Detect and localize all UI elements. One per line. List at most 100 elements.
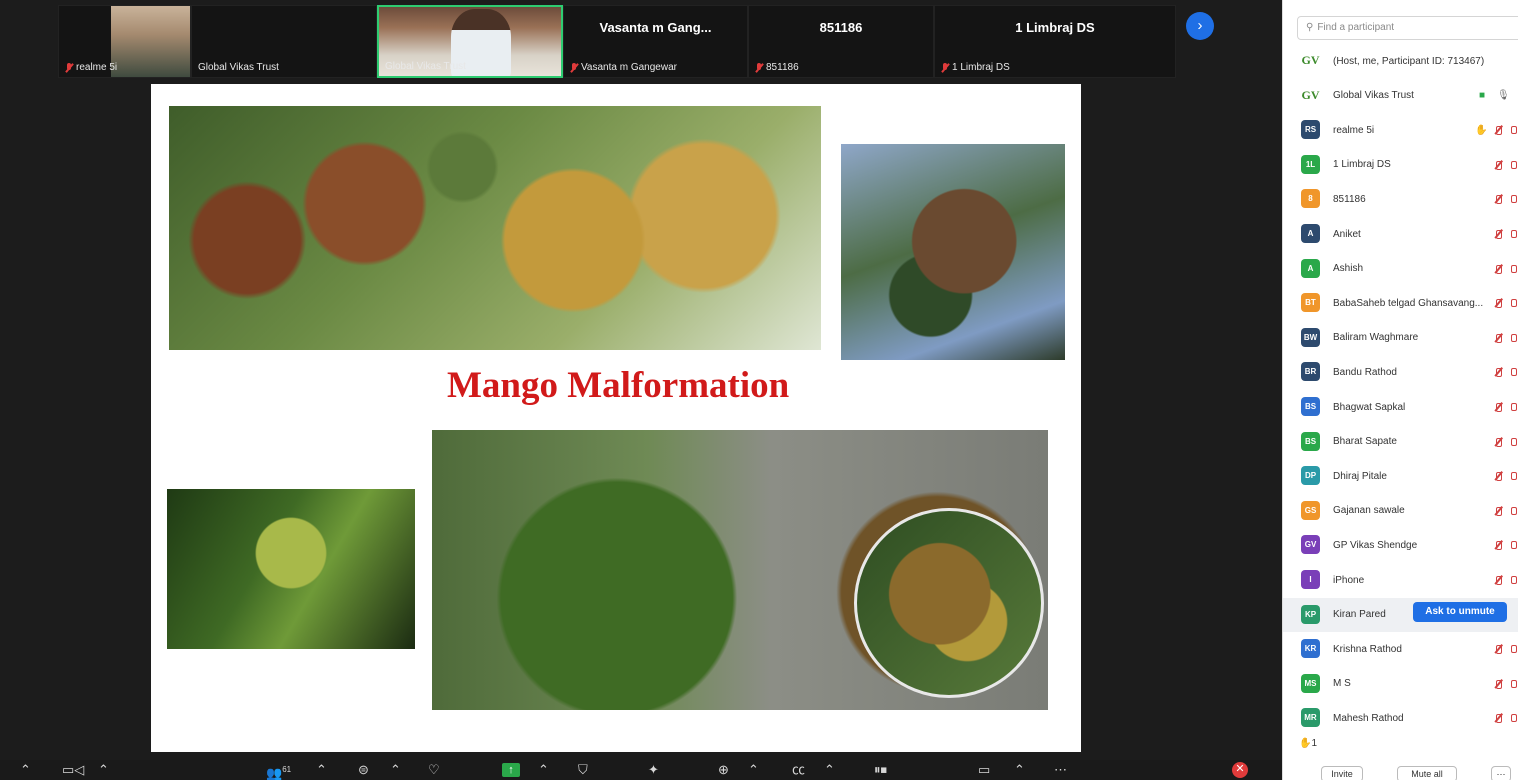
tile-name: realme 5i [65, 62, 117, 73]
org-logo-avatar: GV [1301, 51, 1320, 70]
video-off-icon[interactable] [1511, 506, 1517, 515]
view-display-icon[interactable]: ▭ [978, 763, 990, 777]
video-tile-851186[interactable]: 851186 851186 [748, 5, 934, 78]
participant-name: Bandu Rathod [1333, 366, 1397, 378]
video-off-icon[interactable] [1511, 126, 1517, 135]
chevron-up-icon[interactable]: ⌃ [98, 763, 109, 777]
more-options-button[interactable]: ⋯ [1491, 766, 1511, 780]
more-options-icon[interactable]: ⋯ [1054, 763, 1067, 777]
search-placeholder: Find a participant [1317, 22, 1395, 33]
chevron-up-icon[interactable]: ⌃ [316, 763, 327, 777]
participant-name: realme 5i [1333, 124, 1375, 136]
video-tile-global-vikas-1[interactable]: Global Vikas Trust [191, 5, 377, 78]
chevron-up-icon[interactable]: ⌃ [1014, 763, 1025, 777]
video-off-icon[interactable] [1511, 333, 1517, 342]
avatar: 8 [1301, 189, 1320, 209]
ai-sparkle-icon[interactable]: ✦ [648, 763, 659, 777]
participant-row[interactable]: A Ashish [1283, 252, 1518, 286]
avatar: KP [1301, 604, 1320, 624]
pause-record-icon[interactable]: ⏸⏹ [874, 763, 887, 777]
video-off-icon[interactable] [1511, 230, 1517, 238]
participant-row[interactable]: BT BabaSaheb telgad Ghansavang... [1283, 286, 1518, 320]
video-camera-icon[interactable]: ▭◁ [62, 763, 84, 777]
invite-button[interactable]: Invite [1321, 766, 1363, 780]
participant-row[interactable]: 1L 1 Limbraj DS [1283, 148, 1518, 182]
participant-row[interactable]: IiPhone [1283, 563, 1518, 597]
participant-row[interactable]: KR Krishna Rathod [1283, 632, 1518, 666]
participant-row[interactable]: GS Gajanan sawale [1283, 494, 1518, 528]
chevron-up-icon[interactable]: ⌃ [538, 763, 549, 777]
participant-row[interactable]: DP Dhiraj Pitale [1283, 459, 1518, 493]
video-off-icon[interactable] [1511, 299, 1517, 308]
chat-icon[interactable]: ⊜ [358, 763, 369, 777]
video-tile-vasanta[interactable]: Vasanta m Gang... Vasanta m Gangewar [563, 5, 748, 78]
avatar: BW [1301, 327, 1320, 347]
participant-row[interactable]: GV (Host, me, Participant ID: 713467) [1283, 44, 1518, 78]
chevron-up-icon[interactable]: ⌃ [20, 763, 31, 777]
video-off-icon[interactable] [1511, 437, 1517, 446]
muted-mic-icon [65, 62, 73, 73]
avatar: GS [1301, 500, 1320, 520]
share-screen-icon[interactable]: ↑ [502, 763, 520, 777]
avatar: BS [1301, 431, 1320, 451]
video-off-icon[interactable] [1511, 679, 1517, 688]
tile-name: 1 Limbraj DS [941, 62, 1010, 73]
ask-to-unmute-button[interactable]: Ask to unmute [1413, 602, 1507, 622]
slide-image-branch [167, 489, 415, 649]
participant-row[interactable]: BS Bhagwat Sapkal [1283, 390, 1518, 424]
video-off-icon[interactable] [1511, 472, 1517, 481]
participant-row[interactable]: BW Baliram Waghmare [1283, 321, 1518, 355]
raised-hands-count: ✋1 [1299, 738, 1318, 749]
video-off-icon[interactable] [1511, 195, 1517, 204]
chevron-up-icon[interactable]: ⌃ [390, 763, 401, 777]
video-off-icon[interactable] [1511, 368, 1517, 377]
video-tile-realme[interactable]: realme 5i [58, 5, 191, 78]
participants-icon[interactable]: 👥61 [266, 763, 291, 780]
reactions-heart-icon[interactable]: ♡ [428, 763, 440, 777]
avatar: DP [1301, 466, 1320, 486]
participant-name: 1 Limbraj DS [1333, 159, 1391, 171]
video-tile-global-vikas-active-speaker[interactable]: Global Vikas Trust [377, 5, 563, 78]
participant-name: Ashish [1333, 263, 1364, 275]
org-logo-avatar: GV [1301, 85, 1320, 105]
video-off-icon[interactable] [1511, 576, 1517, 584]
end-meeting-icon[interactable]: ✕ [1232, 762, 1248, 778]
participant-search-input[interactable]: ⚲ Find a participant [1297, 16, 1518, 40]
video-off-icon[interactable] [1511, 403, 1517, 411]
participant-row[interactable]: BR Bandu Rathod [1283, 355, 1518, 389]
next-page-arrow-icon[interactable]: › [1186, 12, 1214, 40]
video-off-icon[interactable] [1511, 714, 1517, 723]
participant-row[interactable]: GV GP Vikas Shendge [1283, 528, 1518, 562]
avatar: 1L [1301, 154, 1320, 174]
participant-row[interactable]: MS M S [1283, 667, 1518, 701]
participant-row[interactable]: MR Mahesh Rathod [1283, 701, 1518, 735]
chevron-up-icon[interactable]: ⌃ [824, 763, 835, 777]
raised-hand-icon: ✋ [1475, 124, 1488, 136]
video-off-icon[interactable] [1511, 541, 1517, 550]
chevron-up-icon[interactable]: ⌃ [748, 763, 759, 777]
avatar: BS [1301, 397, 1320, 416]
avatar: MS [1301, 673, 1320, 693]
participant-row[interactable]: GV Global Vikas Trust ■ 🎙 [1283, 79, 1518, 113]
participant-row[interactable]: BS Bharat Sapate [1283, 425, 1518, 459]
video-off-icon[interactable] [1511, 264, 1517, 273]
tile-big-name: Vasanta m Gang... [599, 20, 712, 35]
participant-row[interactable]: RS realme 5i ✋ [1283, 113, 1518, 147]
captions-cc-icon[interactable]: ㏄ [792, 763, 805, 777]
participant-name: BabaSaheb telgad Ghansavang... [1333, 297, 1484, 309]
mic-icon[interactable]: 🎙 [1497, 90, 1510, 101]
muted-mic-icon [755, 62, 763, 73]
avatar: GV [1301, 535, 1320, 555]
participant-row[interactable]: 8 851186 [1283, 182, 1518, 216]
video-on-icon[interactable]: ■ [1479, 90, 1485, 101]
participant-name: Bhagwat Sapkal [1333, 401, 1406, 413]
participant-video [111, 6, 190, 77]
video-off-icon[interactable] [1511, 645, 1517, 654]
meeting-toolbar: ⌃ ▭◁ ⌃ 👥61 ⌃ ⊜ ⌃ ♡ ↑ ⌃ ⛉ ✦ ⊕ ⌃ ㏄ ⌃ ⏸⏹ ▭ … [0, 760, 1282, 780]
apps-icon[interactable]: ⊕ [718, 763, 729, 777]
mute-all-button[interactable]: Mute all [1397, 766, 1457, 780]
security-shield-icon[interactable]: ⛉ [578, 763, 588, 777]
video-off-icon[interactable] [1511, 160, 1517, 169]
video-tile-limbraj[interactable]: 1 Limbraj DS 1 Limbraj DS [934, 5, 1176, 78]
participant-row[interactable]: A Aniket [1283, 217, 1518, 251]
